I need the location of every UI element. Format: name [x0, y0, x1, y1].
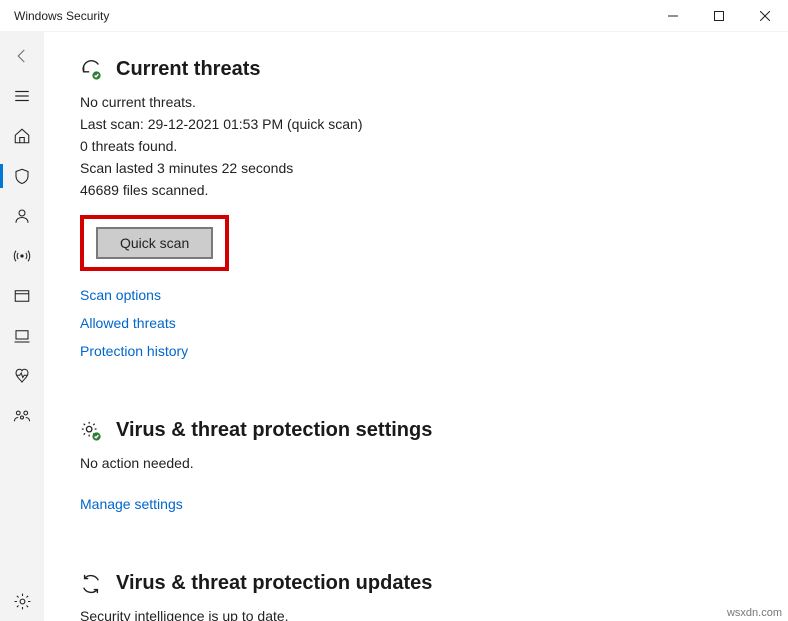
- close-button[interactable]: [742, 0, 788, 32]
- refresh-shield-icon: [80, 59, 102, 81]
- sidebar-item-app-browser[interactable]: [0, 276, 44, 316]
- last-scan-text: Last scan: 29-12-2021 01:53 PM (quick sc…: [80, 113, 788, 135]
- sidebar-item-device-security[interactable]: [0, 316, 44, 356]
- manage-settings-link[interactable]: Manage settings: [80, 496, 788, 512]
- threats-links: Scan options Allowed threats Protection …: [80, 287, 788, 359]
- window-buttons: [650, 0, 788, 32]
- sidebar-item-family[interactable]: [0, 396, 44, 436]
- sidebar-item-settings[interactable]: [0, 581, 44, 621]
- settings-section: Virus & threat protection settings No ac…: [80, 419, 788, 512]
- updates-heading: Virus & threat protection updates: [116, 572, 432, 595]
- sidebar-item-account[interactable]: [0, 196, 44, 236]
- menu-button[interactable]: [0, 76, 44, 116]
- maximize-button[interactable]: [696, 0, 742, 32]
- window-title: Windows Security: [0, 9, 109, 23]
- sidebar: [0, 32, 44, 621]
- allowed-threats-link[interactable]: Allowed threats: [80, 315, 788, 331]
- minimize-button[interactable]: [650, 0, 696, 32]
- current-threats-section: Current threats No current threats. Last…: [80, 58, 788, 359]
- back-button[interactable]: [0, 36, 44, 76]
- settings-heading: Virus & threat protection settings: [116, 419, 432, 442]
- sync-icon: [80, 573, 102, 595]
- files-scanned-text: 46689 files scanned.: [80, 179, 788, 201]
- gear-check-icon: [80, 420, 102, 442]
- scan-options-link[interactable]: Scan options: [80, 287, 788, 303]
- no-threats-text: No current threats.: [80, 91, 788, 113]
- protection-history-link[interactable]: Protection history: [80, 343, 788, 359]
- scan-duration-text: Scan lasted 3 minutes 22 seconds: [80, 157, 788, 179]
- titlebar: Windows Security: [0, 0, 788, 32]
- quick-scan-highlight: Quick scan: [80, 215, 229, 271]
- sidebar-item-virus[interactable]: [0, 156, 44, 196]
- watermark: wsxdn.com: [727, 607, 782, 619]
- quick-scan-button[interactable]: Quick scan: [96, 227, 213, 259]
- content: Current threats No current threats. Last…: [44, 32, 788, 621]
- sidebar-item-firewall[interactable]: [0, 236, 44, 276]
- sidebar-item-performance[interactable]: [0, 356, 44, 396]
- updates-section: Virus & threat protection updates Securi…: [80, 572, 788, 621]
- current-threats-heading: Current threats: [116, 58, 260, 81]
- updates-body-text: Security intelligence is up to date.: [80, 605, 788, 621]
- layout: Current threats No current threats. Last…: [0, 32, 788, 621]
- settings-body-text: No action needed.: [80, 452, 788, 474]
- sidebar-item-home[interactable]: [0, 116, 44, 156]
- threats-found-text: 0 threats found.: [80, 135, 788, 157]
